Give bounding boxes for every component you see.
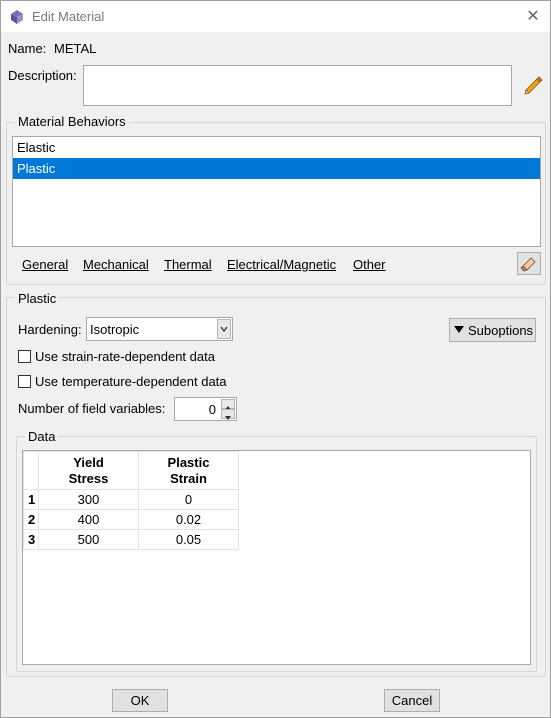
menu-electrical-magnetic[interactable]: Electrical/Magnetic [227,257,336,272]
strain-rate-label: Use strain-rate-dependent data [35,349,215,364]
field-variables-stepper[interactable]: 0 [174,397,237,421]
table-row: 2 400 0.02 [23,509,239,530]
menu-general[interactable]: General [22,257,68,272]
title-bar[interactable]: Edit Material ✕ [1,1,550,32]
cancel-button[interactable]: Cancel [384,689,440,712]
triangle-down-icon [454,326,464,333]
spin-down-button[interactable] [221,409,235,420]
corner-cell [23,451,39,490]
pencil-icon[interactable] [522,75,544,97]
behaviors-list[interactable]: Elastic Plastic [12,136,541,247]
edit-behavior-button[interactable] [517,252,541,275]
description-field[interactable] [83,65,512,106]
row-number: 3 [23,529,39,550]
temperature-checkbox[interactable] [18,375,31,388]
field-variables-label: Number of field variables: [18,401,166,416]
menu-thermal[interactable]: Thermal [164,257,212,272]
data-table[interactable]: Yield Stress Plastic Strain 1 300 0 2 40… [23,451,239,550]
window-title: Edit Material [32,9,105,24]
suboptions-button[interactable]: Suboptions [449,318,536,342]
description-label: Description: [8,68,77,83]
plastic-group-title: Plastic [15,291,60,306]
cell-yield-stress[interactable]: 500 [38,529,139,550]
table-row: 3 500 0.05 [23,529,239,550]
hardening-label: Hardening: [18,322,82,337]
cell-yield-stress[interactable]: 300 [38,489,139,510]
material-behaviors-title: Material Behaviors [15,114,129,129]
menu-other[interactable]: Other [353,257,386,272]
spin-up-button[interactable] [221,399,235,410]
temperature-label: Use temperature-dependent data [35,374,227,389]
behaviors-menubar: General Mechanical Thermal Electrical/Ma… [12,251,511,277]
cell-plastic-strain[interactable]: 0 [138,489,239,510]
menu-general-label: General [22,257,69,272]
edit-material-dialog: Edit Material ✕ Name: METAL Description:… [0,0,551,718]
table-row: 1 300 0 [23,489,239,510]
hardening-select[interactable]: Isotropic [86,317,233,341]
menu-electrical-magnetic-label: Electrical/Magnetic [227,257,337,272]
name-label: Name: [8,41,47,56]
column-header-plastic-strain[interactable]: Plastic Strain [138,451,239,490]
hardening-value: Isotropic [90,322,140,337]
row-number: 1 [23,489,39,510]
behavior-item-elastic[interactable]: Elastic [13,137,540,158]
suboptions-label: Suboptions [468,323,534,338]
strain-rate-checkbox[interactable] [18,350,31,363]
triangle-down-icon [225,416,231,420]
column-header-yield-stress[interactable]: Yield Stress [38,451,139,490]
close-button[interactable]: ✕ [523,7,543,27]
menu-mechanical-label: Mechanical [83,257,149,272]
cell-yield-stress[interactable]: 400 [38,509,139,530]
close-icon: ✕ [526,8,540,25]
field-variables-value: 0 [208,402,216,417]
table-header-row: Yield Stress Plastic Strain [23,451,239,490]
app-icon [11,10,23,24]
dropdown-arrow[interactable] [217,319,231,339]
cell-plastic-strain[interactable]: 0.05 [138,529,239,550]
column-header-line1: Yield [73,454,104,470]
column-header-line2: Strain [170,470,207,486]
behavior-item-plastic[interactable]: Plastic [13,158,540,179]
cell-plastic-strain[interactable]: 0.02 [138,509,239,530]
menu-thermal-label: Thermal [164,257,212,272]
name-value: METAL [54,41,97,56]
ok-button[interactable]: OK [112,689,168,712]
menu-other-label: Other [353,257,386,272]
data-table-container[interactable]: Yield Stress Plastic Strain 1 300 0 2 40… [22,450,531,665]
eraser-icon [520,257,536,272]
data-group-title: Data [25,429,59,444]
menu-mechanical[interactable]: Mechanical [83,257,149,272]
column-header-line2: Stress [68,470,109,486]
row-number: 2 [23,509,39,530]
column-header-line1: Plastic [167,454,210,470]
spin-buttons [221,399,235,420]
chevron-down-icon [220,326,228,333]
